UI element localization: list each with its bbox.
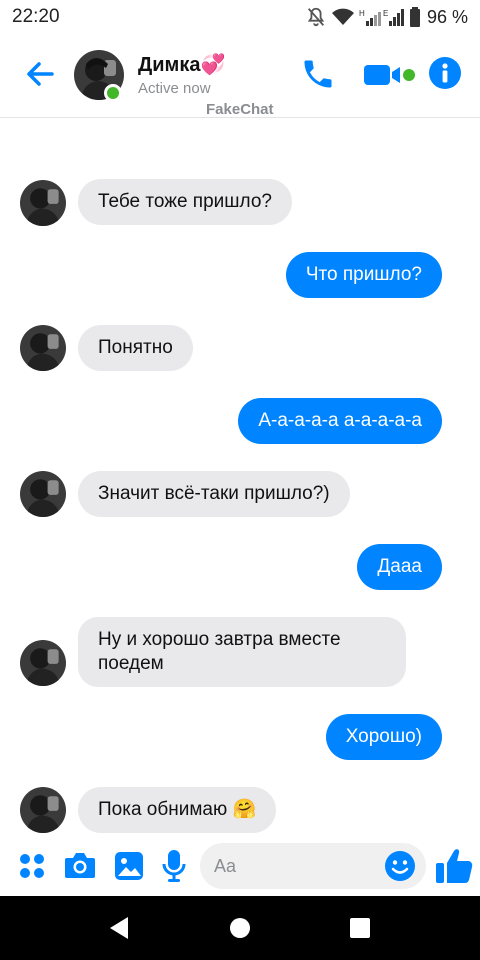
microphone-icon — [162, 850, 186, 882]
message-outgoing: Что пришло? — [285, 252, 442, 298]
apps-icon — [20, 854, 44, 878]
chat-header: Димка💞 Active now FakeChat — [0, 34, 480, 118]
message-input[interactable] — [214, 843, 374, 889]
message-bubble[interactable]: Пока обнимаю 🤗 — [78, 787, 277, 833]
like-button[interactable] — [434, 846, 474, 891]
message-incoming: Понятно — [78, 325, 193, 371]
info-button[interactable] — [428, 56, 462, 90]
status-bar: 22:20 HE 96 % — [0, 0, 480, 34]
status-icons: HE 96 % — [305, 5, 468, 29]
video-call-button[interactable] — [362, 60, 418, 90]
message-bubble[interactable]: Ну и хорошо завтра вместе поедем — [78, 617, 406, 687]
message-bubble[interactable]: А-а-а-а-а а-а-а-а-а — [238, 398, 442, 444]
sender-avatar[interactable] — [20, 787, 66, 833]
contact-name-text: Димка — [138, 54, 201, 76]
composer-bar — [0, 838, 480, 894]
gallery-icon — [115, 852, 143, 880]
message-input-field[interactable] — [200, 843, 426, 889]
message-bubble[interactable]: Значит всё-таки пришло?) — [78, 471, 350, 517]
message-bubble[interactable]: Понятно — [78, 325, 193, 371]
sender-avatar[interactable] — [20, 640, 66, 686]
bell-off-icon — [305, 6, 327, 28]
contact-status: Active now — [138, 80, 211, 97]
back-button[interactable] — [22, 56, 58, 92]
message-outgoing: Хорошо) — [325, 714, 442, 760]
nav-home-button[interactable] — [226, 914, 254, 942]
svg-text:E: E — [383, 9, 388, 18]
online-indicator — [104, 84, 122, 102]
emoji-icon — [385, 851, 415, 881]
home-circle-icon — [230, 918, 250, 938]
video-camera-icon — [364, 65, 415, 85]
emoji-button[interactable] — [384, 850, 416, 882]
message-list: Тебе тоже пришло? Что пришло? Понятно А-… — [0, 119, 480, 839]
signal-icon: HE — [359, 6, 405, 28]
microphone-button[interactable] — [162, 849, 186, 888]
back-triangle-icon — [110, 917, 128, 939]
message-bubble[interactable]: Тебе тоже пришло? — [78, 179, 292, 225]
camera-button[interactable] — [64, 850, 96, 885]
message-bubble[interactable]: Хорошо) — [325, 714, 442, 760]
status-time: 22:20 — [12, 6, 60, 27]
message-outgoing: Дааа — [357, 544, 442, 590]
info-icon — [429, 57, 461, 89]
message-bubble[interactable]: Что пришло? — [285, 252, 442, 298]
message-incoming: Ну и хорошо завтра вместе поедем — [78, 617, 406, 687]
nav-back-button[interactable] — [106, 914, 134, 942]
message-bubble[interactable]: Дааа — [357, 544, 442, 590]
phone-icon — [304, 60, 332, 88]
sender-avatar[interactable] — [20, 471, 66, 517]
battery-icon — [409, 6, 421, 28]
camera-icon — [65, 853, 95, 878]
message-outgoing: А-а-а-а-а а-а-а-а-а — [238, 398, 442, 444]
message-incoming: Пока обнимаю 🤗 — [78, 787, 277, 833]
system-nav-bar — [0, 896, 480, 960]
recents-square-icon — [350, 918, 370, 938]
sender-avatar[interactable] — [20, 325, 66, 371]
app-watermark: FakeChat — [206, 101, 274, 118]
wifi-icon — [331, 6, 355, 28]
nav-recents-button[interactable] — [346, 914, 374, 942]
sender-avatar[interactable] — [20, 180, 66, 226]
voice-call-button[interactable] — [300, 56, 336, 92]
apps-button[interactable] — [18, 852, 46, 885]
svg-text:H: H — [359, 9, 365, 18]
message-incoming: Значит всё-таки пришло?) — [78, 471, 350, 517]
arrow-left-icon — [27, 62, 54, 86]
message-incoming: Тебе тоже пришло? — [78, 179, 292, 225]
contact-name[interactable]: Димка💞 — [138, 52, 225, 77]
heart-emoji: 💞 — [200, 54, 226, 76]
gallery-button[interactable] — [114, 851, 144, 886]
battery-percent: 96 % — [426, 6, 468, 27]
thumbs-up-icon — [436, 849, 473, 883]
